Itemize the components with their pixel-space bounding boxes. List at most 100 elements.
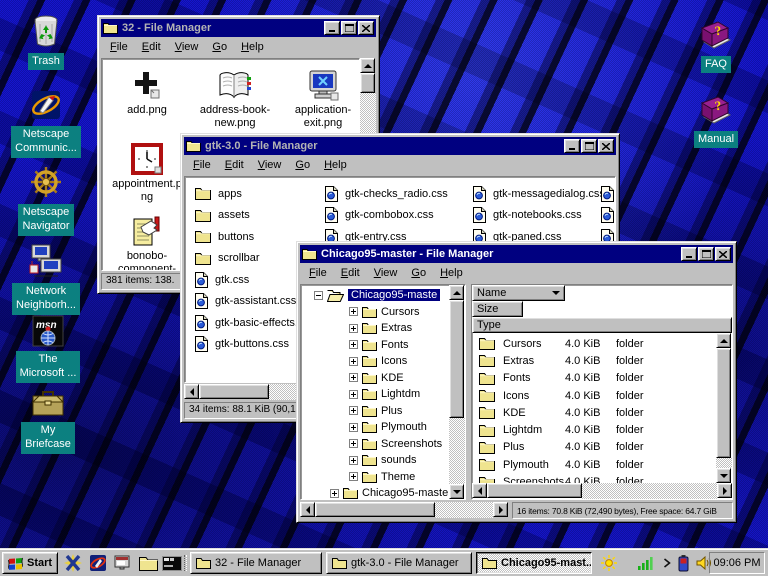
- menu-item[interactable]: Help: [318, 158, 355, 173]
- scrollbar-track[interactable]: [716, 458, 732, 468]
- file-bonobo-component-browser-png[interactable]: bonobo- component- browser.png: [104, 209, 190, 271]
- css-file-item[interactable]: gtk-messagedialog.css: [473, 183, 605, 205]
- desktop-icon-my-briefcase[interactable]: My Briefcase: [10, 388, 86, 454]
- tree-item[interactable]: Extras: [301, 320, 449, 337]
- menu-item[interactable]: View: [169, 40, 207, 55]
- tree-item[interactable]: KDE: [301, 370, 449, 387]
- task-button-gtk30[interactable]: gtk-3.0 - File Manager: [326, 552, 472, 574]
- close-button[interactable]: [598, 139, 614, 153]
- scrollbar-thumb[interactable]: [315, 502, 435, 517]
- menu-item[interactable]: File: [187, 158, 219, 173]
- desktop-icon-trash[interactable]: Trash: [8, 13, 84, 70]
- css-file-item[interactable]: gtk-notebooks.css: [473, 205, 605, 227]
- titlebar[interactable]: gtk-3.0 - File Manager: [184, 137, 616, 155]
- file-row[interactable]: Plymouth 4.0 KiB folder: [472, 456, 716, 473]
- menu-item[interactable]: Go: [289, 158, 318, 173]
- tree-item[interactable]: Lightdm: [301, 386, 449, 403]
- tree-item[interactable]: Plus: [301, 403, 449, 420]
- menu-item[interactable]: Go: [206, 40, 235, 55]
- scroll-right-button[interactable]: [493, 502, 508, 517]
- menu-item[interactable]: Edit: [335, 266, 368, 281]
- file-row[interactable]: Screenshots 4.0 KiB folder: [472, 473, 716, 483]
- display-settings-launcher[interactable]: [112, 553, 134, 573]
- css-file-item[interactable]: gtk-combobox.css: [325, 205, 448, 227]
- folder-item[interactable]: scrollbar: [195, 248, 260, 270]
- titlebar[interactable]: Chicago95-master - File Manager: [300, 245, 733, 263]
- dos-prompt-launcher[interactable]: [161, 553, 183, 573]
- scroll-up-button[interactable]: [449, 285, 464, 300]
- desktop-icon-manual[interactable]: ? Manual: [678, 95, 754, 148]
- column-header-size[interactable]: Size: [472, 301, 523, 317]
- file-address-book-new-png[interactable]: address-book- new.png: [192, 63, 278, 130]
- expand-plus-icon[interactable]: [349, 373, 358, 382]
- list-vertical-scrollbar[interactable]: [716, 333, 732, 483]
- tree-item[interactable]: Screenshots: [301, 436, 449, 453]
- desktop-icon-network-neighborhood[interactable]: Network Neighborh...: [8, 243, 84, 315]
- desktop-icon-msn[interactable]: msn The Microsoft ...: [10, 315, 86, 383]
- netscape-launcher[interactable]: [87, 553, 109, 573]
- expand-plus-icon[interactable]: [349, 340, 358, 349]
- css-file-item[interactable]: [601, 183, 614, 205]
- scrollbar-thumb[interactable]: [199, 384, 269, 399]
- file-row[interactable]: Fonts 4.0 KiB folder: [472, 370, 716, 387]
- file-row[interactable]: Icons 4.0 KiB folder: [472, 387, 716, 404]
- menu-item[interactable]: View: [252, 158, 290, 173]
- scrollbar-track[interactable]: [435, 502, 493, 518]
- titlebar[interactable]: 32 - File Manager: [101, 19, 376, 37]
- file-add-png[interactable]: add.png: [104, 63, 190, 117]
- menu-item[interactable]: File: [104, 40, 136, 55]
- x11-launcher[interactable]: [62, 553, 84, 573]
- tree-item-bottom[interactable]: Chicago95-maste: [301, 485, 449, 499]
- expand-plus-icon[interactable]: [349, 423, 358, 432]
- expand-plus-icon[interactable]: [349, 307, 358, 316]
- expand-plus-icon[interactable]: [349, 324, 358, 333]
- tree-item[interactable]: sounds: [301, 452, 449, 469]
- file-row[interactable]: Plus 4.0 KiB folder: [472, 439, 716, 456]
- expand-plus-icon[interactable]: [349, 406, 358, 415]
- desktop-icon-netscape-navigator[interactable]: Netscape Navigator: [8, 164, 84, 236]
- expand-plus-icon[interactable]: [349, 390, 358, 399]
- tree-vertical-scrollbar[interactable]: [449, 285, 465, 499]
- css-file-item[interactable]: gtk-checks_radio.css: [325, 183, 448, 205]
- file-row[interactable]: Extras 4.0 KiB folder: [472, 352, 716, 369]
- scroll-left-button[interactable]: [184, 384, 199, 399]
- maximize-button[interactable]: [698, 247, 714, 261]
- tree-item[interactable]: Plymouth: [301, 419, 449, 436]
- folder-item[interactable]: apps: [195, 183, 260, 205]
- task-button-chicago95[interactable]: Chicago95-mast...: [476, 552, 592, 574]
- scrollbar-thumb[interactable]: [487, 483, 582, 498]
- collapse-minus-icon[interactable]: [314, 291, 323, 300]
- scrollbar-track[interactable]: [582, 483, 717, 499]
- column-header-type[interactable]: Type: [472, 317, 732, 333]
- file-row[interactable]: KDE 4.0 KiB folder: [472, 404, 716, 421]
- expand-plus-icon[interactable]: [349, 472, 358, 481]
- minimize-button[interactable]: [324, 21, 340, 35]
- close-button[interactable]: [358, 21, 374, 35]
- scroll-left-button[interactable]: [472, 483, 487, 498]
- task-button-32[interactable]: 32 - File Manager: [190, 552, 322, 574]
- scrollbar-thumb[interactable]: [449, 300, 464, 418]
- column-header-name[interactable]: Name: [472, 285, 565, 301]
- tree-item[interactable]: Cursors: [301, 304, 449, 321]
- expand-plus-icon[interactable]: [330, 489, 339, 498]
- file-row[interactable]: Cursors 4.0 KiB folder: [472, 335, 716, 352]
- scroll-down-button[interactable]: [716, 468, 731, 483]
- close-button[interactable]: [715, 247, 731, 261]
- scroll-down-button[interactable]: [449, 484, 464, 499]
- menu-item[interactable]: Edit: [136, 40, 169, 55]
- tree-horizontal-scrollbar[interactable]: [300, 502, 508, 518]
- start-button[interactable]: Start: [2, 552, 58, 574]
- menu-item[interactable]: File: [303, 266, 335, 281]
- folder-item[interactable]: assets: [195, 205, 260, 227]
- scroll-left-button[interactable]: [300, 502, 315, 517]
- tree-item-root[interactable]: Chicago95-maste: [301, 287, 449, 304]
- desktop-icon-netscape-communicator[interactable]: Netscape Communic...: [8, 88, 84, 158]
- maximize-button[interactable]: [341, 21, 357, 35]
- expand-plus-icon[interactable]: [349, 439, 358, 448]
- tree-item[interactable]: Icons: [301, 353, 449, 370]
- list-horizontal-scrollbar[interactable]: [472, 483, 732, 499]
- scroll-up-button[interactable]: [716, 333, 731, 348]
- menu-item[interactable]: Edit: [219, 158, 252, 173]
- brightness-tray-icon[interactable]: [600, 554, 618, 572]
- tree-item[interactable]: Fonts: [301, 337, 449, 354]
